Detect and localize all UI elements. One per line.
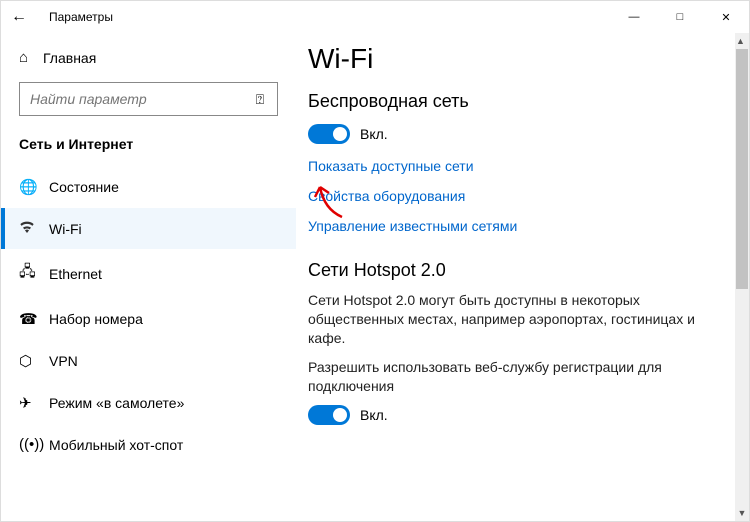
window-title: Параметры <box>43 10 611 24</box>
sidebar-item-status[interactable]: 🌐 Состояние <box>1 166 296 208</box>
hotspot-description: Сети Hotspot 2.0 могут быть доступны в н… <box>308 291 721 348</box>
hotspot-toggle[interactable] <box>308 405 350 425</box>
sidebar-item-label: Ethernet <box>49 266 102 282</box>
scroll-down-icon[interactable]: ▼ <box>738 505 747 521</box>
airplane-icon: ✈ <box>19 394 49 412</box>
link-show-networks[interactable]: Показать доступные сети <box>308 158 721 174</box>
back-button[interactable]: ← <box>11 8 43 26</box>
close-button[interactable]: ✕ <box>703 1 749 33</box>
sidebar-item-label: Режим «в самолете» <box>49 395 184 411</box>
main-scrollbar[interactable]: ▲ ▼ <box>735 33 749 521</box>
wifi-toggle-label: Вкл. <box>360 126 388 142</box>
hotspot-heading: Сети Hotspot 2.0 <box>308 260 721 281</box>
wireless-heading: Беспроводная сеть <box>308 91 721 112</box>
sidebar-item-label: Состояние <box>49 179 119 195</box>
scroll-thumb[interactable] <box>736 49 748 289</box>
search-box[interactable]: ⍰ <box>19 82 278 116</box>
ethernet-icon: 🖧 <box>19 261 49 286</box>
sidebar-item-ethernet[interactable]: 🖧 Ethernet <box>1 249 296 298</box>
sidebar-item-vpn[interactable]: ⬡ VPN <box>1 340 296 382</box>
link-manage-known-networks[interactable]: Управление известными сетями <box>308 218 721 234</box>
sidebar-item-label: VPN <box>49 353 78 369</box>
link-hardware-properties[interactable]: Свойства оборудования <box>308 188 721 204</box>
titlebar: ← Параметры — □ ✕ <box>1 1 749 33</box>
sidebar-item-airplane[interactable]: ✈ Режим «в самолете» <box>1 382 296 424</box>
hotspot-icon: ((•)) <box>19 436 49 453</box>
sidebar-item-wifi[interactable]: Wi-Fi <box>1 208 296 249</box>
status-icon: 🌐 <box>19 178 49 196</box>
search-input[interactable] <box>20 91 243 107</box>
home-icon: ⌂ <box>19 49 43 66</box>
sidebar-item-label: Мобильный хот-спот <box>49 437 183 453</box>
sidebar-item-dialup[interactable]: ☎ Набор номера <box>1 298 296 340</box>
minimize-button[interactable]: — <box>611 1 657 33</box>
maximize-button[interactable]: □ <box>657 1 703 33</box>
wifi-toggle[interactable] <box>308 124 350 144</box>
sidebar: ⌂ Главная ⍰ Сеть и Интернет 🌐 Состояние … <box>1 33 296 521</box>
main-content: Wi-Fi Беспроводная сеть Вкл. Показать до… <box>296 33 735 521</box>
dialup-icon: ☎ <box>19 310 49 328</box>
sidebar-item-hotspot[interactable]: ((•)) Мобильный хот-спот <box>1 424 296 465</box>
home-label: Главная <box>43 50 96 66</box>
scroll-up-icon[interactable]: ▲ <box>736 33 748 49</box>
page-heading: Wi-Fi <box>308 43 721 75</box>
wifi-icon <box>19 220 49 237</box>
search-icon: ⍰ <box>243 91 277 108</box>
sidebar-item-label: Wi-Fi <box>49 221 82 237</box>
sidebar-item-label: Набор номера <box>49 311 143 327</box>
vpn-icon: ⬡ <box>19 352 49 370</box>
section-title: Сеть и Интернет <box>1 126 296 166</box>
home-nav[interactable]: ⌂ Главная <box>1 39 296 76</box>
hotspot-toggle-label: Вкл. <box>360 407 388 423</box>
hotspot-allow-text: Разрешить использовать веб-службу регист… <box>308 358 721 396</box>
